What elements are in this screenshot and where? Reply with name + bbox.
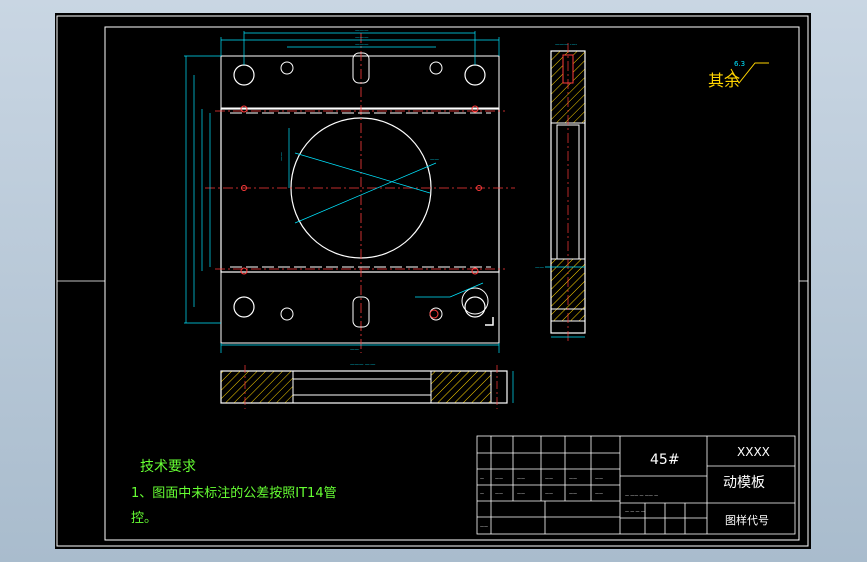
svg-text:——: —— [595,476,603,481]
svg-text:——— —·—: ——— —·— [350,363,376,368]
tech-req-title: 技术要求 [140,459,196,475]
svg-text:——: —— [280,152,285,162]
svg-text:— — — —: — — — — [625,509,645,514]
tech-req-line1: 1、图面中未标注的公差按照IT14管 [131,485,337,501]
tech-req-line2: 控。 [131,511,157,526]
svg-text:———: ——— [355,29,369,34]
svg-text:——: —— [430,158,440,163]
svg-text:———: ——— [355,43,369,48]
svg-text:——: —— [517,491,525,496]
title-block-small-cells: — —— —— —— —— —— — —— —— —— —— —— — —— — —— — — — … [480,476,658,529]
svg-text:——— ·—·: ——— ·—· [555,43,577,48]
svg-text:——: —— [545,476,553,481]
dimension-texts: ——— ——— ——— —— —— —— ——— —·— [280,29,440,368]
svg-text:— —— — —— —: — —— — —— — [625,493,658,498]
plate-outline [220,108,500,273]
svg-text:——: —— [569,491,577,496]
svg-text:——: —— [495,491,503,496]
svg-text:——: —— [495,476,503,481]
part-name-text: 动模板 [723,475,765,491]
svg-text:———: ——— [355,36,369,41]
side-section-view: ——— ·—· —— [535,43,586,343]
plate-top-view [205,33,515,353]
svg-text:—: — [480,476,484,481]
guide-pin-hole [233,296,255,318]
svg-text:——: —— [480,524,488,529]
svg-text:——: —— [595,491,603,496]
company-text: XXXX [737,445,770,459]
svg-text:——: —— [545,491,553,496]
svg-text:——: —— [517,476,525,481]
svg-text:——: —— [350,348,360,353]
material-text: 45# [650,452,680,468]
roughness-value: 6.3 [734,60,745,68]
bottom-section-view [220,365,514,409]
drawing-canvas: ——— ——— ——— —— —— —— ——— —·— ——— ·—· —— [56,15,809,547]
cad-viewport[interactable]: ——— ——— ——— —— —— —— ——— —·— ——— ·—· —— [55,13,811,549]
svg-text:——: —— [535,266,545,271]
roughness-label: 其余 [708,71,740,90]
inner-frame [104,26,800,541]
svg-text:——: —— [569,476,577,481]
guide-pin-hole [464,64,486,86]
svg-text:—: — [480,491,484,496]
drawing-no-label: 图样代号 [725,513,769,527]
guide-pin-hole [233,64,255,86]
dimension-lines [184,31,500,353]
